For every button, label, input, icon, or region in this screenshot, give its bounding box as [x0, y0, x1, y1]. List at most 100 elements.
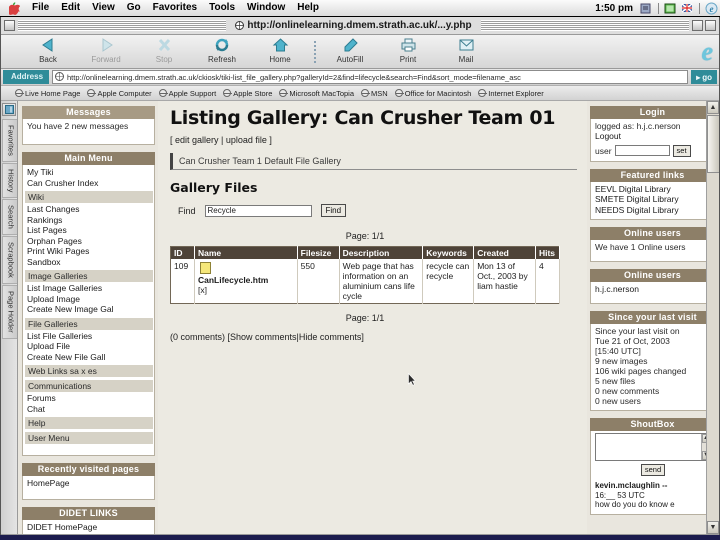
favorites-bar: Live Home Page Apple Computer Apple Supp…	[1, 86, 719, 101]
favorite-internet-explorer[interactable]: Internet Explorer	[478, 89, 544, 98]
th-keywords[interactable]: Keywords	[422, 246, 475, 259]
menu-section-web-links[interactable]: Web Links sa x es	[25, 365, 153, 377]
favorite-msn[interactable]: MSN	[361, 89, 388, 98]
menu-item-upload-file[interactable]: Upload File	[27, 341, 151, 352]
th-created[interactable]: Created	[473, 246, 536, 259]
menu-item-sandbox[interactable]: Sandbox	[27, 257, 151, 268]
module-shoutbox: ShoutBox ▲ ▼ send	[590, 418, 715, 515]
featured-link-eevl[interactable]: EEVL Digital Library	[595, 184, 711, 195]
menu-item-forums[interactable]: Forums	[27, 393, 151, 404]
menu-item-list-file-galleries[interactable]: List File Galleries	[27, 331, 151, 342]
go-button[interactable]: ▸ go	[691, 70, 717, 84]
page-scrollbar[interactable]: ▲ ▼	[706, 101, 719, 534]
menu-section-wiki[interactable]: Wiki	[25, 191, 153, 203]
cell-name[interactable]: CanLifecycle.htm [x]	[194, 259, 298, 304]
th-name[interactable]: Name	[194, 246, 298, 259]
slv-line-2: [15:40 UTC]	[595, 346, 641, 356]
internet-explorer-menubar-icon[interactable]: e	[705, 2, 718, 15]
menu-help[interactable]: Help	[291, 0, 325, 16]
th-id[interactable]: ID	[170, 246, 195, 259]
favorite-apple-store[interactable]: Apple Store	[223, 89, 272, 98]
menu-section-file-galleries[interactable]: File Galleries	[25, 317, 153, 330]
menu-section-user-menu[interactable]: User Menu	[25, 432, 153, 444]
window-collapse-button[interactable]	[705, 20, 717, 31]
menubar-clock[interactable]: 1:50 pm	[595, 3, 638, 14]
menu-item-can-crusher-index[interactable]: Can Crusher Index	[27, 178, 151, 189]
login-logout-link[interactable]: Logout	[595, 131, 711, 142]
address-label[interactable]: Address	[3, 70, 50, 84]
scrollbar-thumb[interactable]	[707, 115, 719, 173]
tab-scrapbook[interactable]: Scrapbook	[1, 235, 17, 284]
menu-go[interactable]: Go	[121, 0, 147, 16]
find-button[interactable]: Find	[320, 204, 347, 217]
menu-item-orphan-pages[interactable]: Orphan Pages	[27, 236, 151, 247]
scroll-down-icon[interactable]: ▼	[707, 521, 719, 534]
featured-link-smete[interactable]: SMETE Digital Library	[595, 194, 711, 205]
svg-text:e: e	[710, 4, 714, 14]
toolbar-autofill-button[interactable]: AutoFill	[321, 36, 379, 68]
edit-links[interactable]: [ edit gallery | upload file ]	[170, 135, 577, 145]
cell-name-text[interactable]: CanLifecycle.htm	[198, 275, 294, 285]
window-close-button[interactable]	[4, 20, 15, 31]
didet-item-homepage[interactable]: DIDET HomePage	[27, 522, 151, 533]
menu-file[interactable]: File	[26, 0, 55, 16]
menu-item-print-wiki-pages[interactable]: Print Wiki Pages	[27, 246, 151, 257]
menu-view[interactable]: View	[86, 0, 121, 16]
favorite-apple-computer[interactable]: Apple Computer	[87, 89, 152, 98]
flag-uk-icon[interactable]	[681, 2, 694, 15]
address-input[interactable]: http://onlinelearning.dmem.strath.ac.uk/…	[52, 70, 689, 84]
menu-tools[interactable]: Tools	[203, 0, 241, 16]
toolbar-forward-button[interactable]: Forward	[77, 36, 135, 68]
shoutbox-send-button[interactable]: send	[640, 464, 666, 476]
window-titlebar[interactable]: http://onlinelearning.dmem.strath.ac.uk/…	[1, 17, 719, 35]
toolbar-home-button[interactable]: Home	[251, 36, 309, 68]
toolbar-mail-button[interactable]: Mail	[437, 36, 495, 68]
tab-favorites[interactable]: Favorites	[1, 119, 17, 162]
favorite-apple-support[interactable]: Apple Support	[158, 89, 216, 98]
featured-link-needs[interactable]: NEEDS Digital Library	[595, 205, 711, 216]
menu-item-upload-image[interactable]: Upload Image	[27, 294, 151, 305]
tab-history[interactable]: History	[1, 162, 17, 199]
comments-line[interactable]: (0 comments) [Show comments|Hide comment…	[170, 332, 577, 342]
battery-icon[interactable]	[664, 2, 677, 15]
menu-item-my-tiki[interactable]: My Tiki	[27, 167, 151, 178]
window-zoom-button[interactable]	[692, 20, 704, 31]
menu-section-image-galleries[interactable]: Image Galleries	[25, 270, 153, 282]
keyboard-status-icon[interactable]	[640, 2, 653, 15]
tab-page-holder[interactable]: Page Holder	[1, 284, 17, 339]
login-user-input[interactable]	[614, 145, 670, 156]
menu-item-list-pages[interactable]: List Pages	[27, 225, 151, 236]
explorer-bar-toggle[interactable]	[2, 103, 16, 116]
online-user-item[interactable]: h.j.c.nerson	[595, 284, 711, 295]
favorite-office-for-macintosh[interactable]: Office for Macintosh	[394, 89, 471, 98]
find-input[interactable]	[204, 204, 312, 217]
section-title-gallery-files: Gallery Files	[170, 180, 258, 195]
toolbar-print-button[interactable]: Print	[379, 36, 437, 68]
menu-item-list-image-galleries[interactable]: List Image Galleries	[27, 283, 151, 294]
menu-window[interactable]: Window	[241, 0, 291, 16]
tab-search[interactable]: Search	[1, 199, 17, 235]
toolbar-back-button[interactable]: Back	[19, 36, 77, 68]
toolbar-refresh-button[interactable]: Refresh	[193, 36, 251, 68]
shoutbox-textarea[interactable]: ▲ ▼	[595, 433, 711, 461]
menu-section-help[interactable]: Help	[25, 417, 153, 429]
th-description[interactable]: Description	[339, 246, 424, 259]
menu-item-create-new-image-gal[interactable]: Create New Image Gal	[27, 304, 151, 315]
toolbar-stop-button[interactable]: Stop	[135, 36, 193, 68]
menu-item-create-new-file-gall[interactable]: Create New File Gall	[27, 352, 151, 363]
menu-item-chat[interactable]: Chat	[27, 404, 151, 415]
apple-logo-icon[interactable]	[6, 1, 22, 15]
menu-favorites[interactable]: Favorites	[147, 0, 203, 16]
th-hits[interactable]: Hits	[535, 246, 561, 259]
menu-edit[interactable]: Edit	[55, 0, 86, 16]
recent-item-homepage[interactable]: HomePage	[27, 478, 151, 489]
favorite-microsoft-mactopia[interactable]: Microsoft MacTopia	[279, 89, 354, 98]
th-filesize[interactable]: Filesize	[297, 246, 340, 259]
menu-item-last-changes[interactable]: Last Changes	[27, 204, 151, 215]
favorite-live-home-page[interactable]: Live Home Page	[15, 89, 80, 98]
menu-section-communications[interactable]: Communications	[25, 380, 153, 392]
menu-item-rankings[interactable]: Rankings	[27, 215, 151, 226]
login-submit-button[interactable]: set	[672, 144, 691, 157]
scroll-up-icon[interactable]: ▲	[707, 101, 719, 114]
cell-name-delete[interactable]: [x]	[198, 285, 207, 295]
